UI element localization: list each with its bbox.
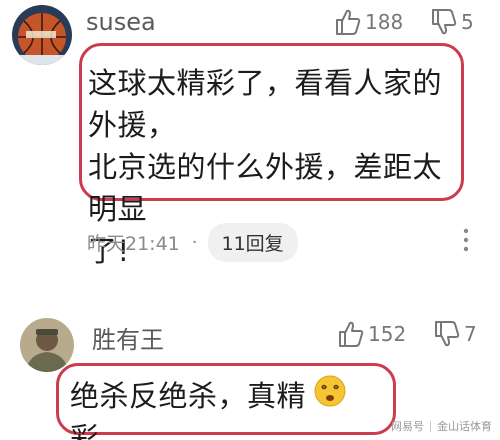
dislike-button[interactable]: 7 — [434, 320, 477, 348]
reply-count-button[interactable]: 11回复 — [207, 223, 298, 262]
dislike-button[interactable]: 5 — [431, 8, 474, 36]
thumbs-down-icon — [432, 9, 457, 35]
dislike-count: 7 — [464, 322, 477, 346]
meta-separator: · — [191, 232, 198, 253]
like-count: 152 — [368, 322, 407, 346]
comment-time: 昨天21:41 — [87, 233, 180, 255]
dislike-count: 5 — [461, 10, 474, 34]
like-count: 188 — [365, 10, 404, 34]
comment-username[interactable]: susea — [86, 8, 156, 36]
comment-username[interactable]: 胜有王 — [92, 320, 164, 355]
watermark-source: 网易号 — [391, 420, 424, 433]
person-photo-avatar-icon — [20, 318, 74, 372]
comment-text: 绝杀反绝杀，真精彩. — [70, 379, 307, 440]
like-button[interactable]: 188 — [335, 8, 403, 36]
basketball-avatar-icon — [12, 5, 72, 65]
comment-line: 北京选的什么外援，差距太明显 — [88, 150, 443, 226]
watermark-divider — [430, 420, 431, 432]
more-options-icon[interactable] — [460, 226, 472, 254]
thumbs-down-icon — [435, 321, 460, 347]
watermark: 网易号 金山话体育 — [391, 418, 492, 434]
avatar[interactable] — [20, 318, 74, 372]
dizzy-face-emoji-icon — [314, 375, 346, 407]
comment-line: 这球太精彩了，看看人家的外援， — [88, 66, 443, 142]
watermark-author: 金山话体育 — [437, 420, 492, 433]
avatar[interactable] — [12, 5, 72, 65]
comment-meta: 昨天21:41 · 11回复 — [87, 223, 298, 262]
thumbs-up-icon — [339, 321, 364, 347]
like-button[interactable]: 152 — [338, 320, 406, 348]
thumbs-up-icon — [336, 9, 361, 35]
